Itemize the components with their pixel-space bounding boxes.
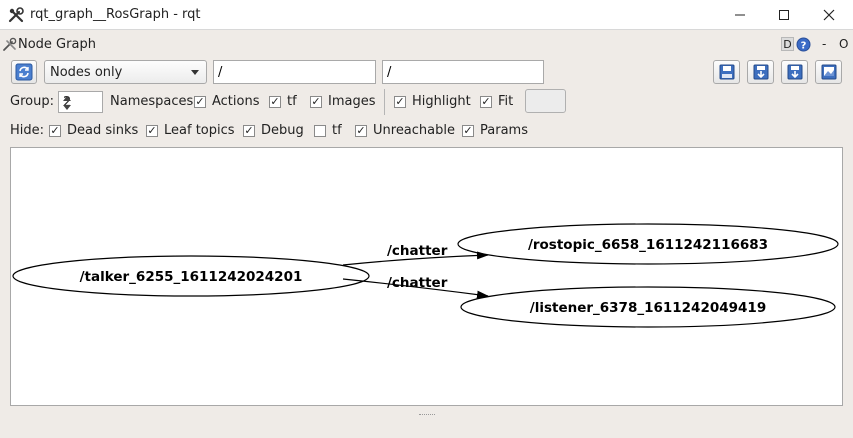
maximize-icon <box>779 10 789 20</box>
images-checkbox[interactable]: ✓ <box>310 96 322 108</box>
debug-label: Debug <box>261 123 304 138</box>
edge-label: /chatter <box>387 243 448 259</box>
graph-node[interactable]: /talker_6255_1611242024201 <box>12 255 370 297</box>
actions-label: Actions <box>212 94 260 109</box>
group-spinbox[interactable]: 2 <box>58 91 103 113</box>
plugin-title: Node Graph <box>18 37 96 52</box>
node-filter-input[interactable] <box>213 60 376 84</box>
close-button[interactable] <box>806 0 852 30</box>
separator <box>384 89 385 115</box>
dock-d-button[interactable]: D <box>781 37 794 51</box>
refresh-button[interactable] <box>11 60 37 84</box>
graph-canvas: /chatter /chatter /talker_6255_161124202… <box>12 223 839 328</box>
close-icon <box>823 9 835 21</box>
fit-checkbox[interactable]: ✓ <box>480 96 492 108</box>
dead-sinks-checkbox[interactable]: ✓ <box>49 125 61 137</box>
tf-label: tf <box>287 94 297 109</box>
splitter-handle[interactable] <box>419 414 435 418</box>
hide-row: Hide: ✓ Dead sinks ✓ Leaf topics ✓ Debug… <box>0 120 853 142</box>
node-label: /rostopic_6658_1611242116683 <box>528 237 768 253</box>
namespaces-label: Namespaces <box>110 94 194 109</box>
params-checkbox[interactable]: ✓ <box>462 125 474 137</box>
graph-type-combo[interactable]: Nodes only <box>44 60 207 84</box>
minimize-button[interactable] <box>717 0 763 30</box>
maximize-button[interactable] <box>761 0 807 30</box>
group-label: Group: <box>10 94 54 109</box>
leaf-topics-checkbox[interactable]: ✓ <box>146 125 158 137</box>
topic-filter-input[interactable] <box>382 60 544 84</box>
params-label: Params <box>480 123 528 138</box>
dock-title-bar: Node Graph D ? - O <box>0 31 853 57</box>
save-svg-icon <box>787 64 802 80</box>
save-dot-button[interactable] <box>747 60 774 84</box>
load-dot-button[interactable] <box>713 60 740 84</box>
dock-options-button[interactable]: O <box>839 37 848 51</box>
graph-node[interactable]: /rostopic_6658_1611242116683 <box>457 223 839 265</box>
hide-tf-label: tf <box>332 123 342 138</box>
unreachable-checkbox[interactable]: ✓ <box>355 125 367 137</box>
dead-sinks-label: Dead sinks <box>67 123 139 138</box>
spin-down-icon[interactable] <box>63 105 71 110</box>
tools-icon <box>3 37 17 51</box>
images-label: Images <box>328 94 376 109</box>
refresh-icon <box>15 63 33 81</box>
highlight-checkbox[interactable]: ✓ <box>394 96 406 108</box>
highlight-label: Highlight <box>412 94 471 109</box>
help-icon[interactable]: ? <box>796 37 811 52</box>
minimize-icon <box>735 14 745 16</box>
hide-tf-checkbox[interactable] <box>314 125 326 137</box>
edge-label: /chatter <box>387 275 448 291</box>
hide-label: Hide: <box>10 123 45 138</box>
unreachable-label: Unreachable <box>373 123 455 138</box>
leaf-topics-label: Leaf topics <box>164 123 235 138</box>
actions-checkbox[interactable]: ✓ <box>269 96 281 108</box>
graph-type-value: Nodes only <box>50 65 123 80</box>
node-label: /listener_6378_1611242049419 <box>530 300 766 316</box>
chevron-down-icon <box>191 70 199 75</box>
graph-node[interactable]: /listener_6378_1611242049419 <box>460 286 836 328</box>
tools-icon <box>8 7 24 23</box>
namespaces-checkbox[interactable]: ✓ <box>194 96 206 108</box>
title-bar: rqt_graph__RosGraph - rqt <box>0 0 853 30</box>
save-image-button[interactable] <box>815 60 842 84</box>
fit-label: Fit <box>498 94 514 109</box>
load-icon <box>719 64 734 80</box>
graph-view[interactable]: /chatter /chatter /talker_6255_161124202… <box>10 147 843 406</box>
image-icon <box>821 64 836 80</box>
debug-checkbox[interactable]: ✓ <box>243 125 255 137</box>
fit-in-view-button[interactable] <box>525 89 566 113</box>
save-svg-button[interactable] <box>781 60 808 84</box>
dock-minimize-button[interactable]: - <box>822 37 826 51</box>
spin-up-icon[interactable] <box>63 96 71 101</box>
node-label: /talker_6255_1611242024201 <box>80 269 303 285</box>
options-row: Group: 2 Namespaces ✓ Actions ✓ tf ✓ Ima… <box>0 89 853 115</box>
svg-text:?: ? <box>801 41 807 52</box>
window-title: rqt_graph__RosGraph - rqt <box>30 7 201 22</box>
save-dot-icon <box>753 64 768 80</box>
